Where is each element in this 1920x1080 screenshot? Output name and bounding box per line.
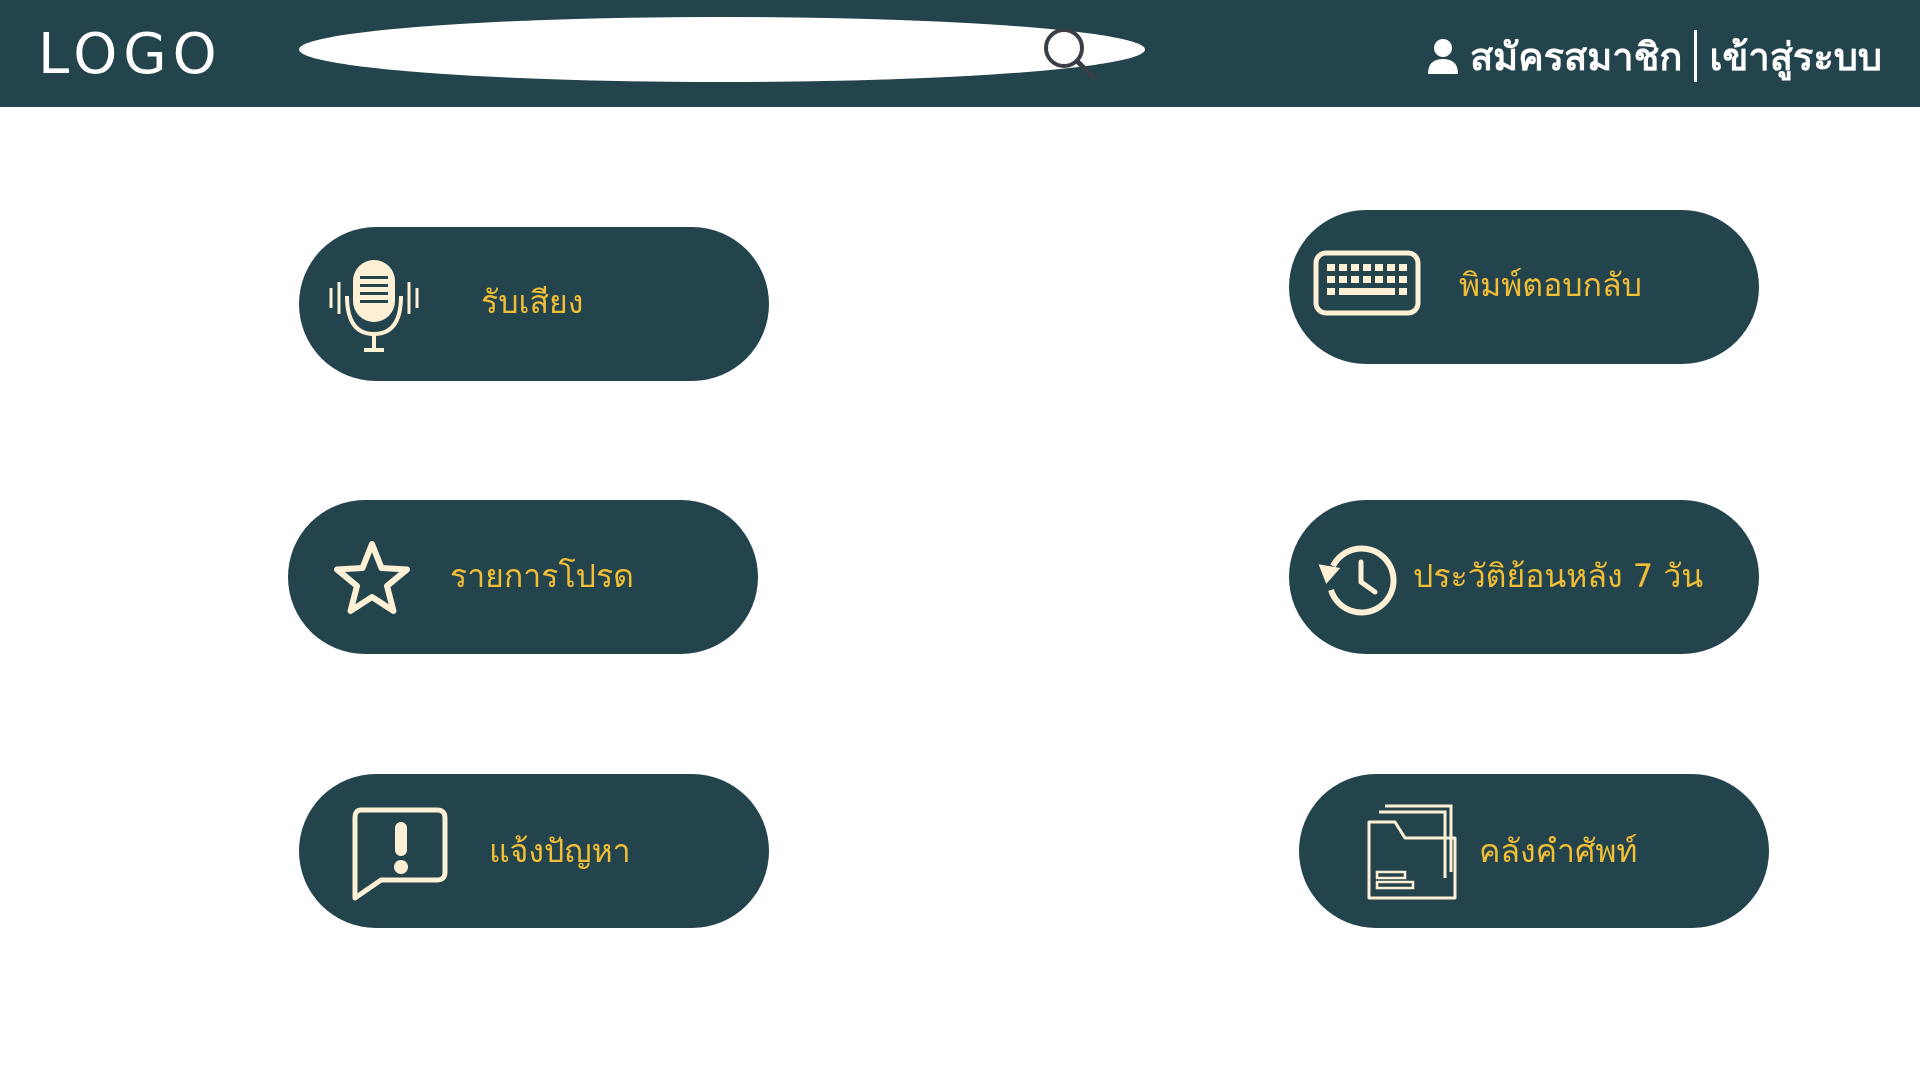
history-icon — [1318, 545, 1397, 616]
logo: LOGO — [38, 22, 223, 87]
favorites-button[interactable]: รายการโปรด — [288, 500, 758, 654]
search-bar — [299, 17, 1145, 82]
microphone-icon — [329, 260, 419, 352]
top-navigation-bar: LOGO สมัครสมาชิก เข้าสู่ระบบ — [0, 0, 1920, 107]
report-problem-label: แจ้งปัญหา — [489, 832, 631, 870]
user-icon — [1427, 39, 1458, 74]
favorites-label: รายการโปรด — [450, 557, 634, 595]
voice-input-label: รับเสียง — [481, 283, 584, 321]
auth-divider — [1694, 30, 1698, 82]
login-link[interactable]: เข้าสู่ระบบ — [1709, 26, 1882, 87]
vocabulary-label: คลังคำศัพท์ — [1479, 832, 1638, 870]
star-icon — [334, 541, 410, 614]
type-reply-label: พิมพ์ตอบกลับ — [1459, 266, 1642, 304]
history-button[interactable]: ประวัติย้อนหลัง 7 วัน — [1289, 500, 1759, 654]
register-link[interactable]: สมัครสมาชิก — [1470, 26, 1682, 87]
type-reply-button[interactable]: พิมพ์ตอบกลับ — [1289, 210, 1759, 364]
keyboard-icon — [1313, 250, 1421, 316]
vocabulary-button[interactable]: คลังคำศัพท์ — [1299, 774, 1769, 928]
auth-links: สมัครสมาชิก เข้าสู่ระบบ — [1426, 26, 1882, 86]
history-label: ประวัติย้อนหลัง 7 วัน — [1413, 557, 1704, 595]
search-input[interactable] — [359, 29, 1043, 71]
voice-input-button[interactable]: รับเสียง — [299, 227, 769, 381]
folder-icon — [1367, 804, 1457, 900]
report-problem-button[interactable]: แจ้งปัญหา — [299, 774, 769, 928]
search-icon[interactable] — [1039, 23, 1099, 83]
report-icon — [352, 807, 448, 901]
